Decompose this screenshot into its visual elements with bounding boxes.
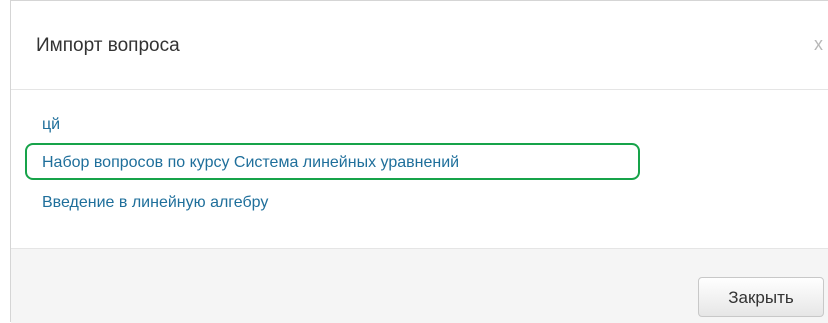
close-icon[interactable]: x (814, 32, 823, 56)
dialog-body: цй Набор вопросов по курсу Система линей… (11, 90, 828, 248)
dialog-header: Импорт вопроса x (11, 1, 828, 90)
course-link-3[interactable]: Введение в линейную алгебру (42, 193, 268, 213)
course-link-1[interactable]: цй (42, 115, 60, 135)
course-link-2[interactable]: Набор вопросов по курсу Система линейных… (42, 153, 459, 173)
import-question-dialog: Импорт вопроса x цй Набор вопросов по ку… (10, 0, 828, 323)
dialog-footer: Закрыть (11, 248, 828, 323)
dialog-title: Импорт вопроса (36, 35, 180, 56)
close-button[interactable]: Закрыть (698, 277, 824, 317)
